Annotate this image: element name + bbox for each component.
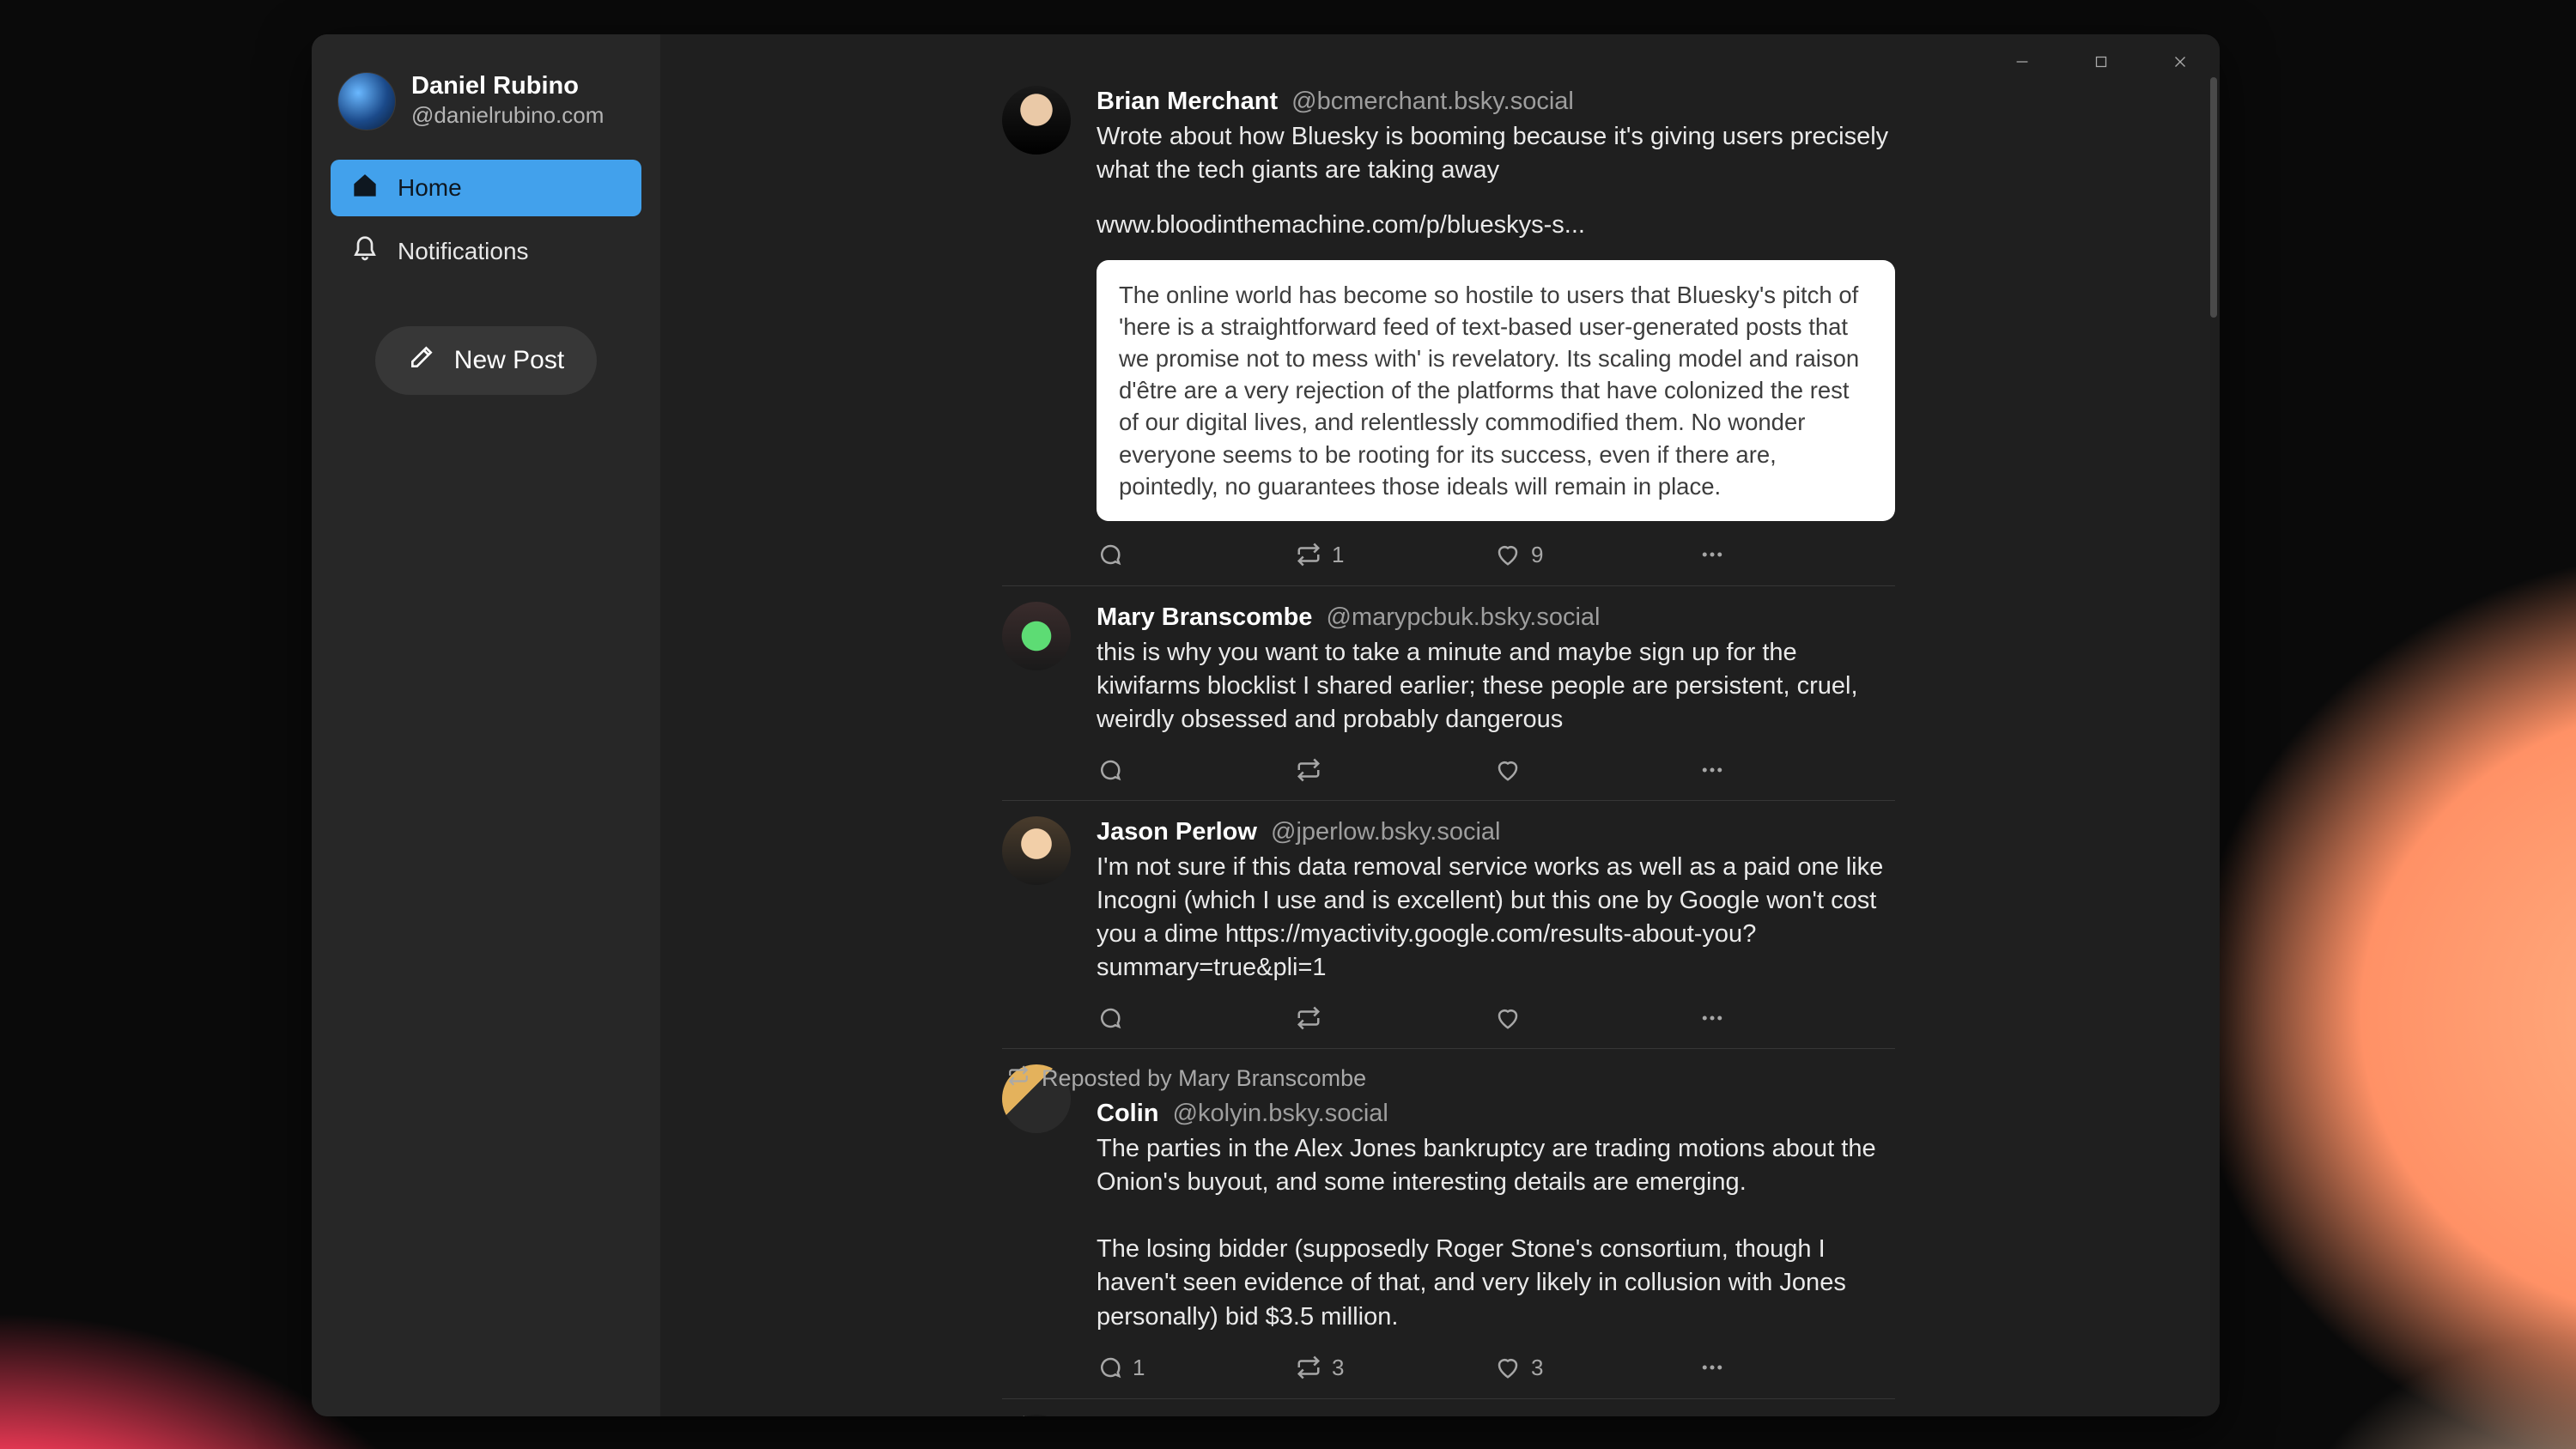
post-author[interactable]: Colin (1097, 1100, 1159, 1127)
close-button[interactable] (2141, 34, 2220, 89)
repost-count: 3 (1332, 1355, 1344, 1381)
reply-button[interactable] (1097, 542, 1296, 567)
repost-button[interactable] (1296, 757, 1495, 783)
home-icon (351, 172, 379, 205)
minimize-button[interactable] (1983, 34, 2062, 89)
post[interactable]: Reposted by Mary Branscombe jamelle @jam… (1002, 1399, 1895, 1416)
repost-button[interactable]: 3 (1296, 1355, 1495, 1381)
like-button[interactable] (1495, 1005, 1694, 1031)
sidebar-item-label: Home (398, 174, 462, 202)
quote-card[interactable]: The online world has become so hostile t… (1097, 260, 1895, 521)
more-button[interactable] (1699, 1355, 1725, 1380)
reply-button[interactable]: 1 (1097, 1355, 1296, 1381)
post-header: Jason Perlow @jperlow.bsky.social (1097, 816, 1895, 849)
new-post-label: New Post (454, 346, 564, 375)
sidebar: Daniel Rubino @danielrubino.com Home Not… (312, 34, 660, 1416)
profile-header[interactable]: Daniel Rubino @danielrubino.com (331, 55, 641, 153)
repost-button[interactable]: 1 (1296, 542, 1495, 568)
post-actions: 1 9 (1097, 542, 1895, 568)
sidebar-item-label: Notifications (398, 238, 529, 265)
like-button[interactable] (1495, 757, 1694, 783)
repost-button[interactable] (1296, 1005, 1495, 1031)
post-link[interactable]: www.bloodinthemachine.com/p/blueskys-s..… (1097, 211, 1895, 239)
reply-button[interactable] (1097, 757, 1296, 783)
repost-indicator[interactable]: Reposted by Mary Branscombe (1007, 1064, 1895, 1093)
post-author[interactable]: Mary Branscombe (1097, 603, 1312, 631)
like-button[interactable]: 9 (1495, 542, 1694, 568)
like-count: 3 (1531, 1355, 1543, 1381)
post-header: Colin @kolyin.bsky.social (1097, 1098, 1895, 1131)
window-controls (1983, 34, 2220, 89)
more-button[interactable] (1699, 542, 1725, 567)
repost-indicator[interactable]: Reposted by Mary Branscombe (1007, 1415, 1895, 1416)
repost-count: 1 (1332, 542, 1344, 568)
post-author[interactable]: Brian Merchant (1097, 88, 1278, 115)
post-text: I'm not sure if this data removal servic… (1097, 851, 1895, 985)
post-header: Brian Merchant @bcmerchant.bsky.social (1097, 86, 1895, 118)
post[interactable]: Mary Branscombe @marypcbuk.bsky.social t… (1002, 586, 1895, 801)
post-actions (1097, 1005, 1895, 1031)
post-actions (1097, 757, 1895, 783)
user-handle: @danielrubino.com (411, 101, 604, 130)
bell-icon (351, 235, 379, 269)
app-window: Daniel Rubino @danielrubino.com Home Not… (312, 34, 2220, 1416)
user-display-name: Daniel Rubino (411, 72, 604, 100)
repost-icon (1007, 1064, 1030, 1093)
post-actions: 1 3 3 (1097, 1355, 1895, 1381)
sidebar-item-home[interactable]: Home (331, 160, 641, 216)
sidebar-nav: Home Notifications (331, 160, 641, 280)
repost-label: Reposted by Mary Branscombe (1042, 1065, 1366, 1092)
like-count: 9 (1531, 542, 1543, 568)
like-button[interactable]: 3 (1495, 1355, 1694, 1381)
post-avatar[interactable] (1002, 816, 1071, 885)
post-handle[interactable]: @marypcbuk.bsky.social (1327, 603, 1601, 631)
more-button[interactable] (1699, 1005, 1725, 1031)
timeline: Brian Merchant @bcmerchant.bsky.social W… (660, 34, 2220, 1416)
post-author[interactable]: Jason Perlow (1097, 818, 1257, 846)
reply-count: 1 (1133, 1355, 1145, 1381)
post[interactable]: Reposted by Mary Branscombe Colin @kolyi… (1002, 1049, 1895, 1399)
maximize-button[interactable] (2062, 34, 2141, 89)
post-text: The parties in the Alex Jones bankruptcy… (1097, 1132, 1895, 1334)
feed: Brian Merchant @bcmerchant.bsky.social W… (1002, 34, 1895, 1416)
post[interactable]: Brian Merchant @bcmerchant.bsky.social W… (1002, 86, 1895, 586)
post-handle[interactable]: @bcmerchant.bsky.social (1291, 88, 1574, 115)
post-text: this is why you want to take a minute an… (1097, 636, 1895, 737)
user-avatar (337, 72, 396, 130)
compose-icon (408, 343, 435, 378)
repost-icon (1007, 1415, 1030, 1416)
more-button[interactable] (1699, 757, 1725, 783)
sidebar-item-notifications[interactable]: Notifications (331, 223, 641, 280)
scrollbar-thumb[interactable] (2210, 77, 2217, 318)
post[interactable]: Jason Perlow @jperlow.bsky.social I'm no… (1002, 801, 1895, 1049)
post-avatar[interactable] (1002, 86, 1071, 155)
post-header: Mary Branscombe @marypcbuk.bsky.social (1097, 602, 1895, 634)
post-text: Wrote about how Bluesky is booming becau… (1097, 120, 1895, 187)
reply-button[interactable] (1097, 1005, 1296, 1031)
new-post-button[interactable]: New Post (375, 326, 597, 395)
post-handle[interactable]: @kolyin.bsky.social (1173, 1100, 1388, 1127)
post-handle[interactable]: @jperlow.bsky.social (1271, 818, 1500, 846)
post-avatar[interactable] (1002, 602, 1071, 670)
